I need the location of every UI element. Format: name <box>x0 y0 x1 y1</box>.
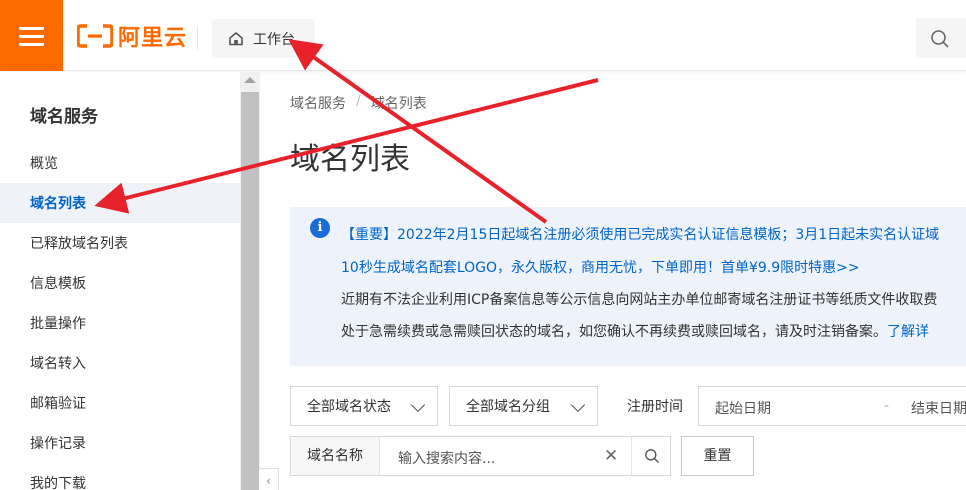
sidebar-item-released-domains[interactable]: 已释放域名列表 <box>0 223 240 263</box>
sidebar-item-domain-list[interactable]: 域名列表 <box>0 183 240 223</box>
learn-more-link[interactable]: 了解详 <box>887 324 929 340</box>
search-icon <box>645 449 659 463</box>
breadcrumb-item-domain-service[interactable]: 域名服务 <box>290 93 346 113</box>
menu-icon-bar <box>19 43 44 46</box>
notice-renewal-text: 处于急需续费或急需赎回状态的域名，如您确认不再续费或赎回域名，请及时注销备案。 <box>341 324 887 340</box>
domain-search-input[interactable]: 输入搜索内容... <box>398 448 495 468</box>
logo-text: 阿里云 <box>118 26 188 51</box>
domain-status-value: 全部域名状态 <box>307 399 391 415</box>
workbench-button[interactable]: 工作台 <box>212 19 315 58</box>
home-icon <box>229 32 243 46</box>
page-title: 域名列表 <box>290 142 410 177</box>
notice-text-fraud: 近期有不法企业利用ICP备案信息等公示信息向网站主办单位邮寄域名注册证书等纸质文… <box>341 292 938 308</box>
chevron-down-icon <box>410 397 426 413</box>
workbench-label: 工作台 <box>253 31 295 48</box>
sidebar-item-email-verification[interactable]: 邮箱验证 <box>0 383 240 423</box>
top-header: 阿里云 工作台 <box>0 0 966 71</box>
start-date-input[interactable]: 起始日期 <box>715 398 771 418</box>
domain-status-select[interactable]: 全部域名状态 <box>290 386 438 426</box>
breadcrumb-item-domain-list: 域名列表 <box>370 96 427 112</box>
hamburger-menu-button[interactable] <box>0 0 63 71</box>
breadcrumb-separator: / <box>356 93 361 109</box>
end-date-input[interactable]: 结束日期 <box>911 398 966 418</box>
sidebar-item-my-downloads[interactable]: 我的下载 <box>0 463 240 490</box>
chevron-down-icon <box>570 397 586 413</box>
sidebar-item-batch-operations[interactable]: 批量操作 <box>0 303 240 343</box>
menu-icon-bar <box>19 35 44 38</box>
notice-logo-promo-link[interactable]: 10秒生成域名配套LOGO，永久版权，商用无忧，下单即用！首单¥9.9限时特惠>… <box>341 257 860 277</box>
chevron-left-icon: ‹ <box>266 474 271 488</box>
aliyun-logo-icon <box>77 24 113 48</box>
domain-group-select[interactable]: 全部域名分组 <box>449 386 598 426</box>
notice-banner: i 【重要】2022年2月15日起域名注册必须使用已完成实名认证信息模板；3月1… <box>290 207 966 366</box>
sidebar-collapse-button[interactable]: ‹ <box>259 468 279 490</box>
search-field-select[interactable]: 域名名称 <box>291 437 380 475</box>
reset-button[interactable]: 重置 <box>681 436 754 476</box>
scrollbar-thumb[interactable] <box>241 92 259 490</box>
registration-time-label: 注册时间 <box>627 399 683 415</box>
scroll-up-arrow-icon[interactable] <box>244 77 256 83</box>
date-range-separator: - <box>884 398 890 414</box>
notice-text-renewal: 处于急需续费或急需赎回状态的域名，如您确认不再续费或赎回域名，请及时注销备案。了… <box>341 321 929 341</box>
header-divider <box>197 26 198 50</box>
sidebar-item-overview[interactable]: 概览 <box>0 143 240 183</box>
domain-group-value: 全部域名分组 <box>466 399 550 415</box>
menu-icon-bar <box>19 27 44 30</box>
notice-important-link[interactable]: 【重要】2022年2月15日起域名注册必须使用已完成实名认证信息模板；3月1日起… <box>341 224 939 244</box>
sidebar-item-domain-transfer[interactable]: 域名转入 <box>0 343 240 383</box>
global-search-input[interactable] <box>916 18 966 58</box>
search-icon <box>931 30 949 48</box>
domain-search-group: 域名名称 输入搜索内容... ✕ <box>290 436 671 476</box>
registration-date-range[interactable]: 起始日期 - 结束日期 <box>698 386 966 426</box>
breadcrumb: 域名服务 / 域名列表 <box>290 93 427 113</box>
sidebar-title: 域名服务 <box>30 107 98 127</box>
search-button[interactable] <box>631 437 671 475</box>
aliyun-logo[interactable]: 阿里云 <box>77 22 188 51</box>
sidebar-item-operation-log[interactable]: 操作记录 <box>0 423 240 463</box>
close-icon[interactable]: ✕ <box>604 446 618 466</box>
sidebar-item-info-templates[interactable]: 信息模板 <box>0 263 240 303</box>
info-icon: i <box>310 218 330 238</box>
